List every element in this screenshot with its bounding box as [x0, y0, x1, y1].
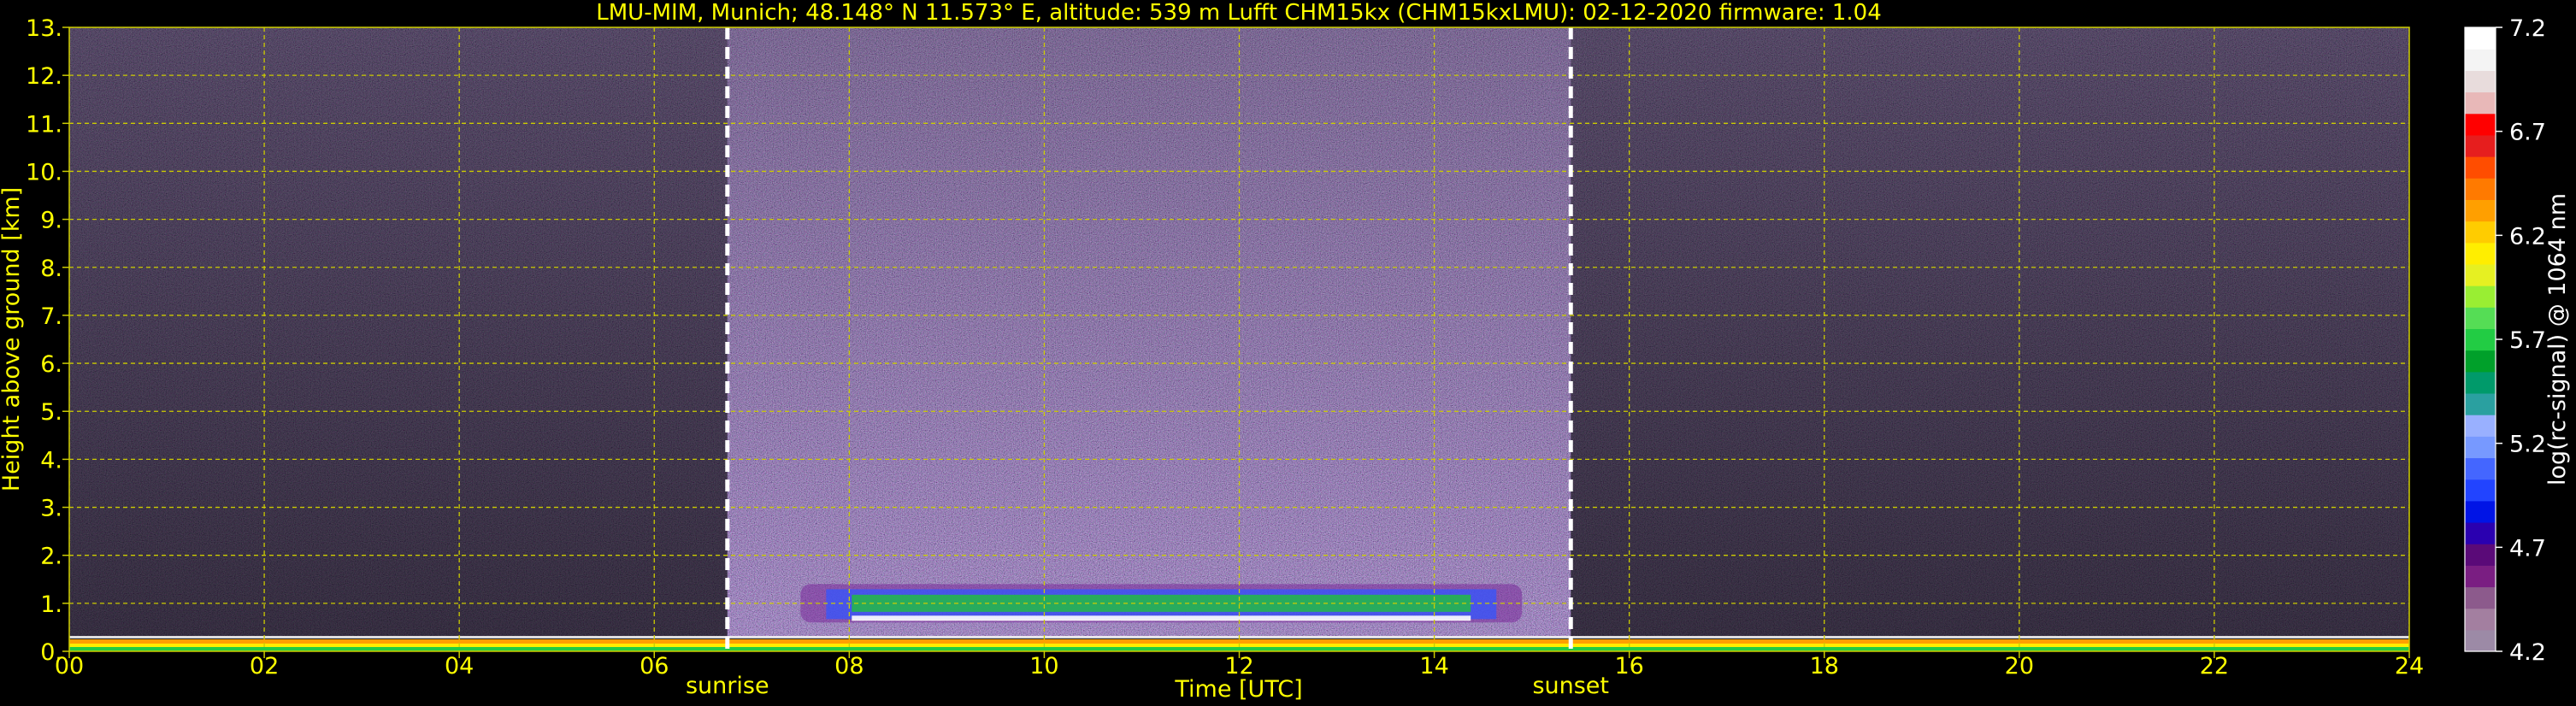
x-tick-label: 20	[2005, 653, 2034, 680]
night-shade-left	[69, 27, 728, 651]
colorbar-segment	[2465, 307, 2496, 330]
colorbar-tick-label: 7.2	[2509, 15, 2546, 42]
x-tick-label: 18	[1810, 653, 1839, 680]
colorbar-tick-label: 6.2	[2509, 223, 2546, 250]
colorbar-segment	[2465, 242, 2496, 265]
colorbar-segment	[2465, 392, 2496, 415]
colorbar-segment	[2465, 199, 2496, 222]
colorbar-ticks: 4.2 4.7 5.2 5.7 6.2 6.7 7.2	[2496, 15, 2546, 666]
y-tick-label: 3.	[40, 496, 62, 522]
y-tick-label: 7.	[40, 303, 62, 330]
colorbar-label: log(rc-signal) @ 1064 nm	[2544, 193, 2571, 485]
y-axis-label: Height above ground [km]	[0, 187, 25, 491]
colorbar-segment	[2465, 328, 2496, 351]
colorbar	[2464, 26, 2496, 652]
colorbar-segment	[2465, 586, 2496, 609]
colorbar-segment	[2465, 285, 2496, 308]
x-tick-label: 10	[1029, 653, 1058, 680]
y-tick-label: 9.	[40, 208, 62, 234]
x-axis-label: Time [UTC]	[1174, 676, 1302, 703]
colorbar-segment	[2465, 436, 2496, 459]
y-tick-label: 4.	[40, 447, 62, 474]
colorbar-tick-label: 4.7	[2509, 535, 2546, 562]
colorbar-segment	[2465, 113, 2496, 136]
day-shade	[727, 27, 1571, 651]
x-tick-label: 00	[55, 653, 84, 680]
night-shade-right	[1571, 27, 2409, 651]
colorbar-segment	[2465, 70, 2496, 93]
ceilometer-chart: 0.1.2.3.4.5.6.7.8.9.10.11.12.13. 00 02 04 0…	[0, 0, 2571, 703]
y-tick-label: 8.	[40, 256, 62, 282]
colorbar-tick-label: 5.7	[2509, 327, 2546, 354]
y-tick-label: 12.	[26, 63, 62, 90]
event-labels: sunrise sunset	[686, 673, 1609, 699]
colorbar-segment	[2465, 263, 2496, 286]
colorbar-segment	[2465, 27, 2496, 50]
x-tick-label: 02	[250, 653, 279, 680]
event-label-sunset: sunset	[1532, 673, 1609, 699]
x-tick-label: 08	[834, 653, 864, 680]
colorbar-segment	[2465, 544, 2496, 566]
y-tick-label: 6.	[40, 351, 62, 378]
colorbar-segment	[2465, 49, 2496, 71]
y-tick-label: 11.	[26, 111, 62, 138]
x-tick-label: 16	[1614, 653, 1643, 680]
x-tick-label: 06	[640, 653, 669, 680]
colorbar-segment	[2465, 415, 2496, 437]
x-tick-label: 14	[1419, 653, 1448, 680]
colorbar-segment	[2465, 156, 2496, 179]
x-tick-label: 24	[2395, 653, 2424, 680]
colorbar-segment	[2465, 629, 2496, 652]
colorbar-segment	[2465, 371, 2496, 394]
colorbar-segment	[2465, 565, 2496, 588]
colorbar-segment	[2465, 457, 2496, 480]
x-tick-label: 22	[2200, 653, 2229, 680]
x-tick-label: 04	[445, 653, 474, 680]
event-label-sunrise: sunrise	[686, 673, 769, 699]
y-tick-label: 10.	[26, 159, 62, 185]
colorbar-tick-label: 5.2	[2509, 432, 2546, 458]
plot-area	[69, 27, 2409, 651]
chart-title: LMU-MIM, Munich; 48.148° N 11.573° E, al…	[596, 0, 1881, 26]
layer-base	[852, 615, 1471, 621]
colorbar-tick-label: 4.2	[2509, 639, 2546, 666]
colorbar-segment	[2465, 221, 2496, 244]
colorbar-segment	[2465, 91, 2496, 115]
y-axis-ticks: 0.1.2.3.4.5.6.7.8.9.10.11.12.13.	[26, 15, 69, 666]
y-tick-label: 2.	[40, 544, 62, 570]
colorbar-segment	[2465, 500, 2496, 523]
colorbar-segment	[2465, 350, 2496, 373]
colorbar-segment	[2465, 479, 2496, 502]
colorbar-segment	[2465, 178, 2496, 200]
y-tick-label: 5.	[40, 399, 62, 426]
colorbar-segment	[2465, 521, 2496, 544]
colorbar-segment	[2465, 608, 2496, 631]
colorbar-segment	[2465, 134, 2496, 157]
y-tick-label: 1.	[40, 591, 62, 618]
y-tick-label: 13.	[26, 15, 62, 42]
colorbar-tick-label: 6.7	[2509, 120, 2546, 146]
